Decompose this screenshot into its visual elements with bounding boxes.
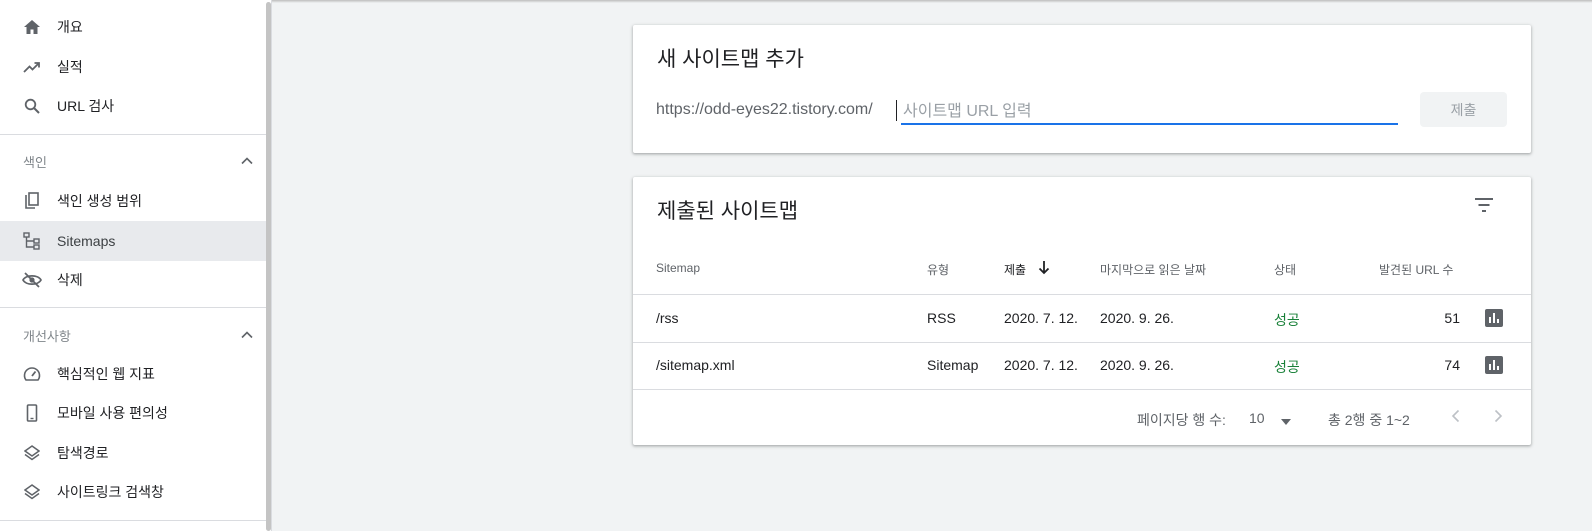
column-header-discovered-urls[interactable]: 발견된 URL 수 xyxy=(1379,261,1453,278)
chevron-up-icon xyxy=(240,328,254,342)
cell-last-read: 2020. 9. 26. xyxy=(1100,310,1174,326)
cell-status: 성공 xyxy=(1274,312,1300,328)
sidebar-item-coverage[interactable]: 색인 생성 범위 xyxy=(0,181,266,221)
arrow-down-icon[interactable] xyxy=(1037,259,1051,275)
section-label: 색인 xyxy=(23,154,47,170)
smartphone-icon xyxy=(22,403,42,423)
rows-per-page-value[interactable]: 10 xyxy=(1249,410,1265,426)
sidebar-item-label: 핵심적인 웹 지표 xyxy=(57,366,155,382)
sidebar-item-sitemaps[interactable]: Sitemaps xyxy=(0,221,266,261)
table-divider xyxy=(633,294,1531,295)
sidebar-scrollbar[interactable] xyxy=(266,2,271,531)
sidebar-item-label: 탐색경로 xyxy=(57,445,109,461)
sidebar-item-label: Sitemaps xyxy=(57,233,116,249)
section-header-enhancements[interactable]: 개선사항 xyxy=(0,315,266,355)
sidebar-item-url-inspection[interactable]: URL 검사 xyxy=(0,86,266,126)
home-icon xyxy=(22,17,42,37)
column-header-submitted[interactable]: 제출 xyxy=(1004,261,1026,278)
cell-submitted: 2020. 7. 12. xyxy=(1004,357,1078,373)
text-cursor xyxy=(896,100,897,121)
page-range: 총 2행 중 1~2 xyxy=(1328,412,1410,428)
sidebar-item-mobile-usability[interactable]: 모바일 사용 편의성 xyxy=(0,393,266,433)
cell-submitted: 2020. 7. 12. xyxy=(1004,310,1078,326)
sidebar-divider xyxy=(0,520,266,521)
table-divider xyxy=(633,389,1531,390)
cell-type: RSS xyxy=(927,310,956,326)
sitemap-url-prefix: https://odd-eyes22.tistory.com/ xyxy=(656,101,873,118)
column-header-last-read[interactable]: 마지막으로 읽은 날짜 xyxy=(1100,261,1206,278)
sidebar-item-overview[interactable]: 개요 xyxy=(0,7,266,47)
column-header-sitemap[interactable]: Sitemap xyxy=(656,261,700,275)
sidebar-item-sitelinks-searchbox[interactable]: 사이트링크 검색창 xyxy=(0,472,266,512)
header-shadow xyxy=(272,0,1592,3)
cell-url-count: 74 xyxy=(1444,357,1460,373)
filter-icon[interactable] xyxy=(1473,196,1495,214)
column-header-type[interactable]: 유형 xyxy=(927,261,949,278)
sidebar-item-label: 실적 xyxy=(57,59,83,75)
submitted-sitemaps-card: 제출된 사이트맵 Sitemap 유형 제출 마지막으로 읽은 날짜 상태 발견… xyxy=(633,177,1531,445)
bar-chart-icon[interactable] xyxy=(1485,309,1505,329)
trending-up-icon xyxy=(22,57,42,77)
add-sitemap-title: 새 사이트맵 추가 xyxy=(657,48,804,71)
section-label: 개선사항 xyxy=(23,328,71,344)
sidebar-item-performance[interactable]: 실적 xyxy=(0,47,266,87)
chevron-right-icon[interactable] xyxy=(1491,408,1505,424)
sidebar-item-label: 삭제 xyxy=(57,272,83,288)
caret-down-icon[interactable] xyxy=(1279,414,1293,425)
cell-url-count: 51 xyxy=(1444,310,1460,326)
sidebar-item-removals[interactable]: 삭제 xyxy=(0,260,266,300)
rows-per-page-label: 페이지당 행 수: xyxy=(1137,412,1226,428)
sitemap-tree-icon xyxy=(22,231,42,251)
sidebar-item-breadcrumbs[interactable]: 탐색경로 xyxy=(0,433,266,473)
gauge-icon xyxy=(22,364,42,384)
eye-off-icon xyxy=(22,270,42,290)
add-sitemap-card: 새 사이트맵 추가 https://odd-eyes22.tistory.com… xyxy=(633,25,1531,153)
sidebar-item-label: 사이트링크 검색창 xyxy=(57,484,164,500)
search-icon xyxy=(22,96,42,116)
layers-icon xyxy=(22,443,42,463)
copy-pages-icon xyxy=(22,191,42,211)
layers-icon xyxy=(22,482,42,502)
sidebar-item-label: 모바일 사용 편의성 xyxy=(57,405,168,421)
cell-last-read: 2020. 9. 26. xyxy=(1100,357,1174,373)
sidebar-divider xyxy=(0,307,266,308)
chevron-left-icon[interactable] xyxy=(1449,408,1463,424)
submit-button[interactable]: 제출 xyxy=(1420,92,1507,127)
section-header-index[interactable]: 색인 xyxy=(0,141,266,181)
column-header-status[interactable]: 상태 xyxy=(1274,261,1296,278)
cell-type: Sitemap xyxy=(927,357,979,373)
table-divider xyxy=(633,342,1531,343)
submitted-sitemaps-title: 제출된 사이트맵 xyxy=(657,200,799,223)
cell-sitemap[interactable]: /sitemap.xml xyxy=(656,357,735,373)
cell-status: 성공 xyxy=(1274,359,1300,375)
sidebar: 개요 실적 URL 검사 색인 색인 생성 범위 Sitemaps 삭제 개선사… xyxy=(0,0,272,531)
sidebar-item-label: URL 검사 xyxy=(57,98,115,114)
sidebar-divider xyxy=(0,134,266,135)
chevron-up-icon xyxy=(240,154,254,168)
bar-chart-icon[interactable] xyxy=(1485,356,1505,376)
cell-sitemap[interactable]: /rss xyxy=(656,310,679,326)
sidebar-item-label: 개요 xyxy=(57,19,83,35)
sidebar-item-core-web-vitals[interactable]: 핵심적인 웹 지표 xyxy=(0,354,266,394)
sitemap-url-input[interactable] xyxy=(901,101,1398,125)
sidebar-item-label: 색인 생성 범위 xyxy=(57,193,143,209)
